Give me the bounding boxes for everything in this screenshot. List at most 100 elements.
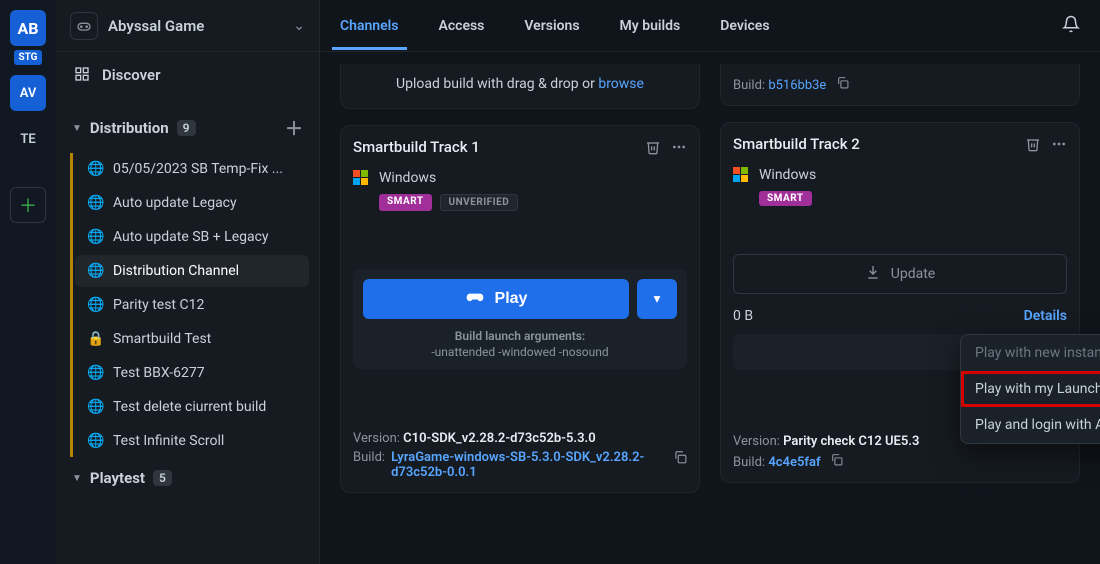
rail-workspace-av[interactable]: AV <box>10 75 46 111</box>
sidebar-item-label: Smartbuild Test <box>113 331 211 347</box>
update-button[interactable]: Update <box>733 254 1067 294</box>
upload-zone[interactable]: Upload build with drag & drop or browse <box>340 64 700 109</box>
discover-label: Discover <box>102 66 160 84</box>
group-count: 5 <box>153 470 172 486</box>
caret-down-icon: ▼ <box>72 473 82 484</box>
platform-name: Windows <box>379 170 436 186</box>
copy-icon[interactable] <box>830 455 843 470</box>
smart-badge: SMART <box>759 191 812 206</box>
sidebar-item-distribution-channel[interactable]: 🌐 Distribution Channel <box>75 255 309 287</box>
lock-icon: 🔒 <box>87 331 103 347</box>
gamepad-icon <box>70 12 98 40</box>
group-playtest-header[interactable]: ▼ Playtest 5 <box>56 459 319 497</box>
group-count: 9 <box>177 120 196 136</box>
group-title: Playtest <box>90 469 145 487</box>
tab-my-builds[interactable]: My builds <box>620 18 681 34</box>
content-area: Upload build with drag & drop or browse … <box>320 52 1100 564</box>
play-action-box: Play ▾ Build launch arguments: -unattend… <box>353 269 687 369</box>
sidebar-item[interactable]: 🌐 Test Infinite Scroll <box>75 425 309 457</box>
sidebar-item-label: Auto update Legacy <box>113 195 237 211</box>
play-button[interactable]: Play <box>363 279 629 319</box>
track-2-column: Build: b516bb3e Smartbuild Track 2 <box>720 64 1080 544</box>
sidebar-item[interactable]: 🌐 Parity test C12 <box>75 289 309 321</box>
game-selector[interactable]: Abyssal Game ⌄ <box>56 0 319 52</box>
grid-icon <box>74 66 92 84</box>
more-icon[interactable] <box>1051 136 1067 152</box>
group-distribution-header[interactable]: ▼ Distribution 9 ＋ <box>56 105 319 151</box>
game-name: Abyssal Game <box>108 17 283 35</box>
sidebar-item-label: Distribution Channel <box>113 263 239 279</box>
sidebar-item[interactable]: 🔒 Smartbuild Test <box>75 323 309 355</box>
sidebar-item-label: Test delete ciurrent build <box>113 399 266 415</box>
build-size: 0 B <box>733 308 753 324</box>
build-line: Build: 4c4e5faf <box>733 453 1067 470</box>
copy-icon[interactable] <box>673 450 687 468</box>
track-title: Smartbuild Track 1 <box>353 138 635 156</box>
build-label: Build: <box>733 78 765 93</box>
sidebar-item-label: Auto update SB + Legacy <box>113 229 269 245</box>
rail-workspace-te[interactable]: TE <box>10 121 46 157</box>
sidebar-item-label: Parity test C12 <box>113 297 204 313</box>
sidebar-item[interactable]: 🌐 Test BBX-6277 <box>75 357 309 389</box>
globe-icon: 🌐 <box>87 229 103 245</box>
tab-access[interactable]: Access <box>439 18 485 34</box>
tab-versions[interactable]: Versions <box>524 18 579 34</box>
sidebar-nav: ▼ Distribution 9 ＋ 🌐 05/05/2023 SB Temp-… <box>56 99 319 564</box>
play-dropdown-button[interactable]: ▾ <box>637 279 677 319</box>
platform-name: Windows <box>759 167 816 183</box>
sidebar-item[interactable]: 🌐 05/05/2023 SB Temp-Fix ... <box>75 153 309 185</box>
env-badge: STG <box>14 50 41 65</box>
update-label: Update <box>891 266 935 282</box>
globe-icon: 🌐 <box>87 365 103 381</box>
smart-badge: SMART <box>379 194 432 211</box>
build-summary: Build: b516bb3e <box>720 64 1080 106</box>
globe-icon: 🌐 <box>87 161 103 177</box>
launch-args-display: Build launch arguments: -unattended -win… <box>363 329 677 359</box>
tab-channels[interactable]: Channels <box>340 18 399 34</box>
sidebar-item-label: 05/05/2023 SB Temp-Fix ... <box>113 161 283 177</box>
globe-icon: 🌐 <box>87 399 103 415</box>
app-logo[interactable]: AB <box>10 10 46 46</box>
build-link[interactable]: b516bb3e <box>768 78 826 93</box>
trash-icon[interactable] <box>1025 136 1041 152</box>
more-icon[interactable] <box>671 139 687 155</box>
track-1-column: Upload build with drag & drop or browse … <box>340 64 700 544</box>
unverified-badge: UNVERIFIED <box>440 194 519 211</box>
sidebar-item-label: Test Infinite Scroll <box>113 433 224 449</box>
rail-add-button[interactable]: ＋ <box>10 187 46 223</box>
tab-devices[interactable]: Devices <box>720 18 769 34</box>
sidebar-item[interactable]: 🌐 Auto update Legacy <box>75 187 309 219</box>
left-rail: AB STG AV TE ＋ <box>0 0 56 564</box>
browse-link[interactable]: browse <box>598 76 644 92</box>
menu-play-with-launch-args[interactable]: Play with my Launch arguments <box>961 371 1100 407</box>
sidebar: Abyssal Game ⌄ Discover ▼ Distribution 9… <box>56 0 320 564</box>
track-1-card: Smartbuild Track 1 Windows <box>340 125 700 493</box>
windows-icon <box>733 167 749 183</box>
group-title: Distribution <box>90 119 169 137</box>
globe-icon: 🌐 <box>87 263 103 279</box>
sidebar-item[interactable]: 🌐 Auto update SB + Legacy <box>75 221 309 253</box>
globe-icon: 🌐 <box>87 297 103 313</box>
sidebar-item[interactable]: 🌐 Test delete ciurrent build <box>75 391 309 423</box>
build-link[interactable]: LyraGame-windows-SB-5.3.0-SDK_v2.28.2-d7… <box>391 450 661 480</box>
add-channel-button[interactable]: ＋ <box>285 115 303 141</box>
track-title: Smartbuild Track 2 <box>733 135 1015 153</box>
windows-icon <box>353 170 369 186</box>
details-link[interactable]: Details <box>1024 308 1067 324</box>
trash-icon[interactable] <box>645 139 661 155</box>
copy-icon[interactable] <box>836 78 849 93</box>
discover-link[interactable]: Discover <box>56 52 319 99</box>
distribution-items: 🌐 05/05/2023 SB Temp-Fix ... 🌐 Auto upda… <box>70 153 319 457</box>
play-label: Play <box>495 290 528 308</box>
main-panel: Channels Access Versions My builds Devic… <box>320 0 1100 564</box>
version-line: Version: C10-SDK_v2.28.2-d73c52b-5.3.0 <box>353 431 687 446</box>
menu-play-login-accelbyte[interactable]: Play and login with Accelbyte account <box>961 407 1100 443</box>
build-line: Build: LyraGame-windows-SB-5.3.0-SDK_v2.… <box>353 450 687 480</box>
play-dropdown-menu: Play with new instance Play with my Laun… <box>960 334 1100 444</box>
upload-text: Upload build with drag & drop or browse <box>353 76 687 96</box>
gamepad-icon <box>465 287 485 312</box>
caret-down-icon: ▼ <box>72 123 82 134</box>
notifications-icon[interactable] <box>1062 15 1080 37</box>
menu-play-new-instance: Play with new instance <box>961 335 1100 371</box>
build-link[interactable]: 4c4e5faf <box>768 455 820 470</box>
